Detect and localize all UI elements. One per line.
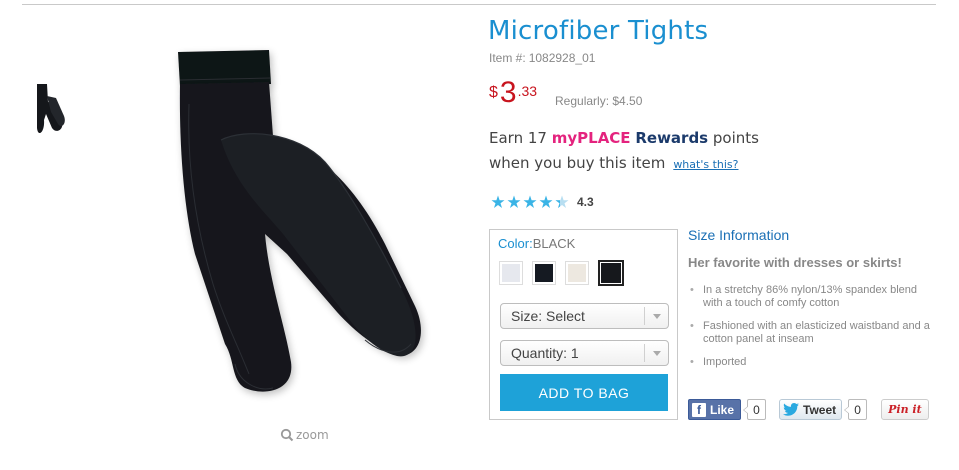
- tweet-label: Tweet: [803, 402, 837, 417]
- quantity-select[interactable]: Quantity: 1: [500, 340, 669, 366]
- zoom-control[interactable]: zoom: [280, 428, 329, 442]
- partial-star-icon: [555, 195, 569, 208]
- facebook-icon: f: [692, 402, 706, 417]
- tights-thumbnail-icon: [37, 84, 65, 134]
- price-dollars: 3: [499, 76, 517, 109]
- facebook-like-count: 0: [743, 399, 767, 420]
- star-icon: [507, 195, 521, 208]
- size-information-link[interactable]: Size Information: [688, 227, 789, 243]
- color-label: Color:: [498, 236, 533, 251]
- star-icon: [523, 195, 537, 208]
- magnifier-icon: [280, 428, 294, 442]
- rewards-buy-line: when you buy this item what's this?: [489, 154, 739, 172]
- item-number-label: Item #:: [489, 51, 526, 65]
- price-cents: .33: [517, 83, 538, 99]
- buy-line-text: when you buy this item: [489, 154, 666, 172]
- size-select[interactable]: Size: Select: [500, 303, 669, 329]
- item-number: Item #: 1082928_01: [489, 51, 595, 65]
- regular-price: Regularly: $4.50: [555, 94, 643, 108]
- swatch-dark-navy[interactable]: [532, 261, 556, 285]
- tweet-button[interactable]: Tweet: [779, 399, 843, 420]
- earn-suffix: points: [712, 129, 759, 147]
- item-number-value: 1082928_01: [528, 51, 596, 65]
- chevron-down-icon: [644, 344, 668, 362]
- social-share-bar: f Like 0 Tweet 0 Pin it: [688, 399, 929, 420]
- add-to-bag-button[interactable]: ADD TO BAG: [500, 374, 668, 411]
- star-rating[interactable]: 4.3: [491, 195, 594, 209]
- chevron-down-icon: [644, 307, 668, 325]
- feature-item: In a stretchy 86% nylon/13% spandex blen…: [690, 284, 930, 310]
- product-thumbnail[interactable]: [34, 82, 78, 140]
- zoom-label: zoom: [296, 428, 329, 442]
- pinterest-pin-button[interactable]: Pin it: [881, 399, 929, 420]
- color-label-row: Color:BLACK: [498, 236, 575, 251]
- purchase-options-panel: Color:BLACK Size: Select Quantity: 1 ADD…: [489, 229, 678, 420]
- sale-price: $ 3 .33: [489, 78, 537, 108]
- color-value: BLACK: [532, 236, 576, 251]
- product-tagline: Her favorite with dresses or skirts!: [688, 255, 902, 270]
- twitter-bird-icon: [783, 403, 800, 416]
- swatch-light-gray[interactable]: [499, 261, 523, 285]
- facebook-like-label: Like: [710, 402, 735, 417]
- rewards-brand-my: my: [551, 129, 578, 147]
- top-divider: [22, 4, 936, 5]
- quantity-select-label: Quantity: 1: [511, 345, 579, 361]
- swatch-cream[interactable]: [565, 261, 589, 285]
- whats-this-link[interactable]: what's this?: [673, 158, 738, 171]
- star-icon: [539, 195, 553, 208]
- facebook-like-button[interactable]: f Like: [688, 399, 742, 420]
- tweet-count: 0: [844, 399, 868, 420]
- feature-item: Fashioned with an elasticized waistband …: [690, 320, 930, 346]
- pin-it-label: Pin it: [888, 403, 922, 416]
- swatch-black-selected[interactable]: [598, 260, 624, 286]
- star-icon: [491, 195, 505, 208]
- tights-image: [178, 50, 421, 392]
- rewards-brand-place: PLACE: [577, 129, 631, 147]
- feature-item: Imported: [690, 356, 930, 369]
- rewards-line: Earn 17 myPLACE Rewards points: [489, 129, 759, 147]
- main-product-image[interactable]: [165, 44, 445, 404]
- product-title: Microfiber Tights: [488, 16, 709, 46]
- color-swatches: [499, 260, 624, 286]
- rewards-brand-rewards: Rewards: [635, 129, 709, 147]
- feature-list: In a stretchy 86% nylon/13% spandex blen…: [690, 284, 930, 379]
- rating-value: 4.3: [577, 195, 594, 209]
- size-select-label: Size: Select: [511, 308, 585, 324]
- earn-prefix: Earn 17: [489, 129, 547, 147]
- price-currency: $: [489, 84, 498, 101]
